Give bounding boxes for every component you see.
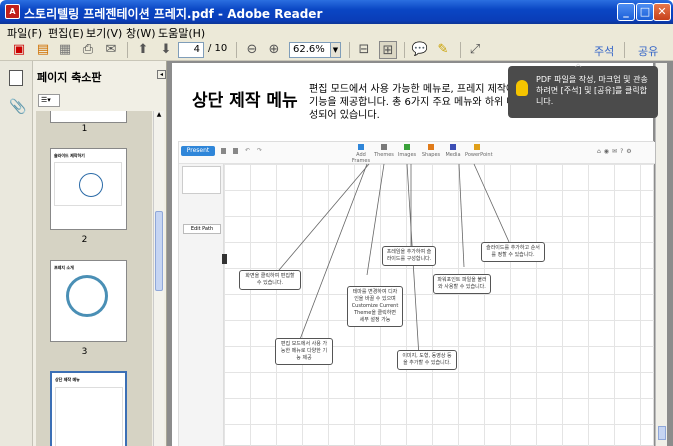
document-scrollbar[interactable] <box>655 63 667 446</box>
tooltip-popup: ^ PDF 파일을 작성, 마크업 및 관송하려면 [주석] 및 [공유]를 클… <box>508 63 658 118</box>
print-icon[interactable]: ⎙ <box>79 41 97 59</box>
prezi-screenshot: Present ↶ ↷ Add Frames Themes Images Sha… <box>178 141 655 446</box>
thumbnail-number: 3 <box>81 347 88 357</box>
zoom-in-icon[interactable]: ⊕ <box>265 41 283 59</box>
thumbnail-scrollbar[interactable]: ▲ <box>153 111 164 446</box>
attachment-icon[interactable]: 📎 <box>9 99 26 115</box>
maximize-button[interactable]: □ <box>636 3 654 21</box>
page-marker <box>222 254 227 264</box>
callout-note: 프레임을 추가하여 슬라이드를 구성합니다. <box>382 246 436 266</box>
thumbnail-circle <box>66 275 108 317</box>
menu-bar: 파일(F) 편집(E) 보기(V) 창(W) 도움말(H) <box>0 24 673 40</box>
thumbnail-number: 2 <box>81 235 88 245</box>
separator <box>624 42 625 58</box>
full-screen-icon[interactable]: ⤢ <box>466 41 484 59</box>
thumbnail-page-1[interactable] <box>50 111 127 123</box>
fit-page-icon[interactable]: ⊟ <box>355 41 373 59</box>
highlight-icon[interactable]: ✎ <box>434 41 452 59</box>
callout-note: 편집 모드에서 사용 가능한 메뉴로 다양한 기능 제공 <box>275 338 333 365</box>
fit-width-icon[interactable]: ⊞ <box>379 41 397 59</box>
share-link[interactable]: 공유 <box>638 43 658 59</box>
panel-title: 페이지 축소판 <box>37 71 102 84</box>
thumbnail-list: 1 슬라이드 제작하기 2 프레지 소개 3 상단 제작 메뉴 4 <box>36 111 152 446</box>
comment-icon[interactable]: 💬 <box>411 41 429 59</box>
thumbnail-page-2[interactable]: 슬라이드 제작하기 <box>50 148 127 230</box>
pdf-page: 상단 제작 메뉴 편집 모드에서 사용 가능한 메뉴로, 프레지 제작에 필요한… <box>172 63 655 446</box>
thumbnail-title: 상단 제작 메뉴 <box>55 377 80 382</box>
callout-lines <box>273 163 510 358</box>
email-icon[interactable]: ✉ <box>102 41 120 59</box>
minimize-button[interactable]: _ <box>617 3 635 21</box>
thumbnail-number: 1 <box>81 124 88 134</box>
thumbnail-title: 슬라이드 제작하기 <box>54 153 85 158</box>
page-number-input[interactable]: 4 <box>178 42 204 58</box>
zoom-input[interactable]: 62.6% <box>289 42 331 58</box>
slide-title: 상단 제작 메뉴 <box>192 91 298 111</box>
thumbnail-page-3[interactable]: 프레지 소개 <box>50 260 127 342</box>
scroll-up-icon[interactable]: ▲ <box>155 111 163 120</box>
separator <box>460 42 461 58</box>
callout-note: 슬라이드를 추가하고 순서를 정할 수 있습니다. <box>481 242 545 262</box>
options-dropdown-icon[interactable]: ☰▾ <box>38 94 60 107</box>
thumbnail-circle <box>79 173 103 197</box>
lightbulb-icon <box>516 80 528 96</box>
tooltip-arrow-icon: ^ <box>574 63 583 74</box>
zoom-dropdown-icon[interactable]: ▼ <box>330 42 341 58</box>
callout-note: 테마를 변경하여 디자인을 바꿀 수 있으며 Customize Current… <box>347 286 403 327</box>
next-page-icon[interactable]: ⬇ <box>157 41 175 59</box>
callout-note: 화면을 클릭하여 편집할 수 있습니다. <box>239 270 301 290</box>
callout-note: 이미지, 도형, 동영상 등을 추가할 수 있습니다. <box>397 350 457 370</box>
thumbnail-panel: 페이지 축소판 ◂ ☰▾ 1 슬라이드 제작하기 2 프레지 소개 3 상단 제… <box>33 61 167 446</box>
window-title: 스토리텔링 프레젠테이션 프레지.pdf - Adobe Reader <box>24 7 323 21</box>
tooltip-text: PDF 파일을 작성, 마크업 및 관송하려면 [주석] 및 [공유]를 클릭합… <box>536 75 648 106</box>
save-icon[interactable]: ▦ <box>56 41 74 59</box>
create-pdf-icon[interactable]: ▣ <box>10 41 28 59</box>
thumbnail-page-4[interactable]: 상단 제작 메뉴 <box>50 371 127 446</box>
comment-link[interactable]: 주석 <box>594 43 614 59</box>
thumbnail-preview <box>54 162 122 206</box>
toolbar: ▣ ▤ ▦ ⎙ ✉ ⬆ ⬇ 4 / 10 ⊖ ⊕ 62.6% ▼ ⊟ ⊞ 💬 ✎… <box>0 39 673 61</box>
collapse-panel-icon[interactable]: ◂ <box>157 70 166 79</box>
scroll-thumb[interactable] <box>155 211 163 291</box>
separator <box>349 42 350 58</box>
zoom-out-icon[interactable]: ⊖ <box>243 41 261 59</box>
title-bar: A 스토리텔링 프레젠테이션 프레지.pdf - Adobe Reader _ … <box>0 0 673 24</box>
scroll-thumb[interactable] <box>658 426 666 440</box>
separator <box>404 42 405 58</box>
separator <box>236 42 237 58</box>
page-total: / 10 <box>208 43 228 54</box>
callout-note: 파워포인트 파일을 불러와 사용할 수 있습니다. <box>433 274 491 294</box>
separator <box>127 42 128 58</box>
previous-page-icon[interactable]: ⬆ <box>134 41 152 59</box>
adobe-reader-icon: A <box>5 4 20 19</box>
close-button[interactable]: ✕ <box>653 3 671 21</box>
page-thumbnails-icon[interactable] <box>9 70 23 86</box>
thumbnail-title: 프레지 소개 <box>54 265 74 270</box>
navigation-strip: 📎 <box>0 61 33 446</box>
open-icon[interactable]: ▤ <box>34 41 52 59</box>
thumbnail-preview <box>55 387 123 446</box>
